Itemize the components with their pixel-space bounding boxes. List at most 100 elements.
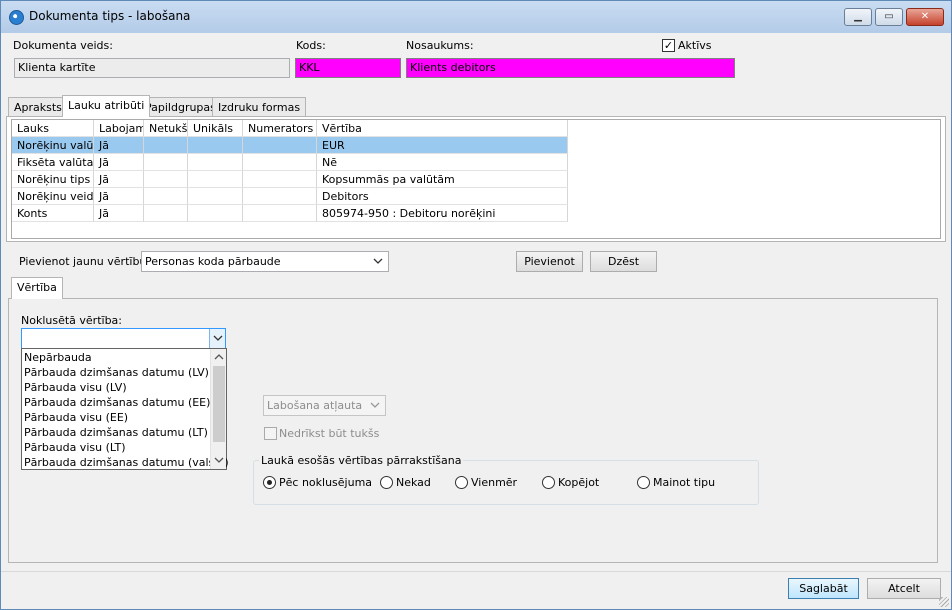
name-field[interactable]: Klients debitors [406, 58, 735, 78]
overwrite-group-title: Laukā esošās vērtības pārrakstīšana [259, 454, 464, 467]
cell [243, 154, 317, 171]
tab-papildgrupas[interactable]: Papildgrupas [139, 97, 222, 117]
add-value-selected: Personas koda pārbaude [145, 255, 281, 268]
cell: Debitors [317, 188, 568, 205]
cell [144, 171, 188, 188]
column-header[interactable]: Lauks [12, 120, 94, 137]
minimize-button[interactable]: ▁ [844, 8, 872, 26]
active-label: Aktīvs [678, 39, 712, 52]
cell: EUR [317, 137, 568, 154]
cell [188, 171, 243, 188]
cell: 805974-950 : Debitoru norēķini [317, 205, 568, 222]
radio-label[interactable]: Vienmēr [471, 476, 517, 489]
radio-pec-noklusejuma[interactable] [263, 476, 276, 489]
title-bar[interactable]: Dokumenta tips - labošana ▁ ▭ ✕ [1, 1, 951, 33]
cell [144, 137, 188, 154]
dropdown-option[interactable]: Pārbauda dzimšanas datumu (valsts) [24, 455, 229, 470]
chevron-down-icon [213, 335, 223, 341]
app-icon [9, 10, 24, 25]
footer-divider [1, 571, 951, 572]
tab-apraksts[interactable]: Apraksts [8, 97, 68, 117]
dropdown-option[interactable]: Pārbauda visu (LT) [24, 440, 126, 455]
cell [144, 205, 188, 222]
default-value-label: Noklusētā vērtība: [21, 314, 123, 327]
maximize-button[interactable]: ▭ [875, 8, 903, 26]
column-header[interactable]: Netukšs [144, 120, 188, 137]
radio-nekad[interactable] [380, 476, 393, 489]
add-value-select[interactable]: Personas koda pārbaude [141, 251, 389, 272]
dropdown-scrollbar[interactable] [210, 349, 226, 469]
column-header[interactable]: Vērtība [317, 120, 568, 137]
cell [243, 171, 317, 188]
dropdown-button[interactable] [209, 329, 225, 348]
maximize-icon: ▭ [884, 11, 894, 22]
dropdown-option[interactable]: Pārbauda visu (LV) [24, 380, 127, 395]
code-label: Kods: [296, 39, 326, 52]
cell [243, 188, 317, 205]
radio-label[interactable]: Mainot tipu [653, 476, 715, 489]
radio-vienmer[interactable] [455, 476, 468, 489]
cell: Jā [94, 137, 144, 154]
active-checkbox[interactable]: ✓ [662, 39, 675, 52]
column-header[interactable]: Unikāls [188, 120, 243, 137]
resize-grip[interactable] [939, 597, 949, 607]
minimize-icon: ▁ [854, 11, 862, 22]
dropdown-option[interactable]: Pārbauda dzimšanas datumu (LV) [24, 365, 209, 380]
cell [243, 137, 317, 154]
dropdown-option[interactable]: Nepārbauda [24, 350, 92, 365]
code-field[interactable]: KKL [295, 58, 401, 78]
default-value-select[interactable] [21, 328, 226, 349]
chevron-up-icon[interactable] [213, 351, 225, 363]
dropdown-option[interactable]: Pārbauda dzimšanas datumu (LT) [24, 425, 208, 440]
add-button[interactable]: Pievienot [516, 251, 583, 272]
tab-lauku-atributi[interactable]: Lauku atribūti [62, 95, 151, 117]
cell [144, 154, 188, 171]
cell [188, 188, 243, 205]
scrollbar-thumb[interactable] [213, 366, 225, 442]
cell: Jā [94, 205, 144, 222]
cell: Norēķinu tips [12, 171, 94, 188]
cell [243, 205, 317, 222]
radio-mainot-tipu[interactable] [637, 476, 650, 489]
dropdown-option[interactable]: Pārbauda dzimšanas datumu (EE) [24, 395, 210, 410]
radio-kopejot[interactable] [542, 476, 555, 489]
chevron-down-icon[interactable] [213, 454, 225, 466]
dropdown-option[interactable]: Pārbauda visu (EE) [24, 410, 128, 425]
cell [188, 205, 243, 222]
cell: Jā [94, 154, 144, 171]
doc-type-label: Dokumenta veids: [13, 39, 113, 52]
column-header[interactable]: Numerators [243, 120, 317, 137]
cell [188, 154, 243, 171]
cell: Jā [94, 171, 144, 188]
cell [144, 188, 188, 205]
cell: Norēķinu valūta [12, 137, 94, 154]
not-empty-checkbox[interactable] [264, 427, 277, 440]
not-empty-label: Nedrīkst būt tukšs [279, 427, 380, 440]
add-value-label: Pievienot jaunu vērtību: [19, 255, 151, 268]
tab-vertiba[interactable]: Vērtība [11, 277, 63, 299]
column-header[interactable]: Labojams [94, 120, 144, 137]
chevron-down-icon [370, 402, 380, 408]
cell: Norēķinu veids [12, 188, 94, 205]
default-value-dropdown[interactable]: Nepārbauda Pārbauda dzimšanas datumu (LV… [21, 348, 229, 470]
close-button[interactable]: ✕ [906, 8, 944, 26]
cancel-button[interactable]: Atcelt [867, 578, 941, 599]
save-button[interactable]: Saglabāt [788, 578, 859, 599]
tab-izdruku-formas[interactable]: Izdruku formas [212, 97, 307, 117]
attributes-grid[interactable]: Lauks Labojams Netukšs Unikāls Numerator… [11, 119, 941, 239]
radio-dot [267, 480, 272, 485]
window-title: Dokumenta tips - labošana [29, 9, 191, 23]
close-icon: ✕ [920, 11, 930, 22]
radio-label[interactable]: Kopējot [558, 476, 599, 489]
cell: Jā [94, 188, 144, 205]
radio-label[interactable]: Nekad [396, 476, 431, 489]
radio-label[interactable]: Pēc noklusējuma [279, 476, 372, 489]
edit-mode-select[interactable]: Labošana atļauta [263, 395, 386, 416]
chevron-down-icon [373, 258, 383, 264]
doc-type-field[interactable]: Klienta kartīte [14, 58, 290, 78]
delete-button[interactable]: Dzēst [590, 251, 657, 272]
cell: Fiksēta valūta [12, 154, 94, 171]
checkmark-icon: ✓ [663, 39, 674, 52]
cell: Kopsummās pa valūtām [317, 171, 568, 188]
cell: Konts [12, 205, 94, 222]
